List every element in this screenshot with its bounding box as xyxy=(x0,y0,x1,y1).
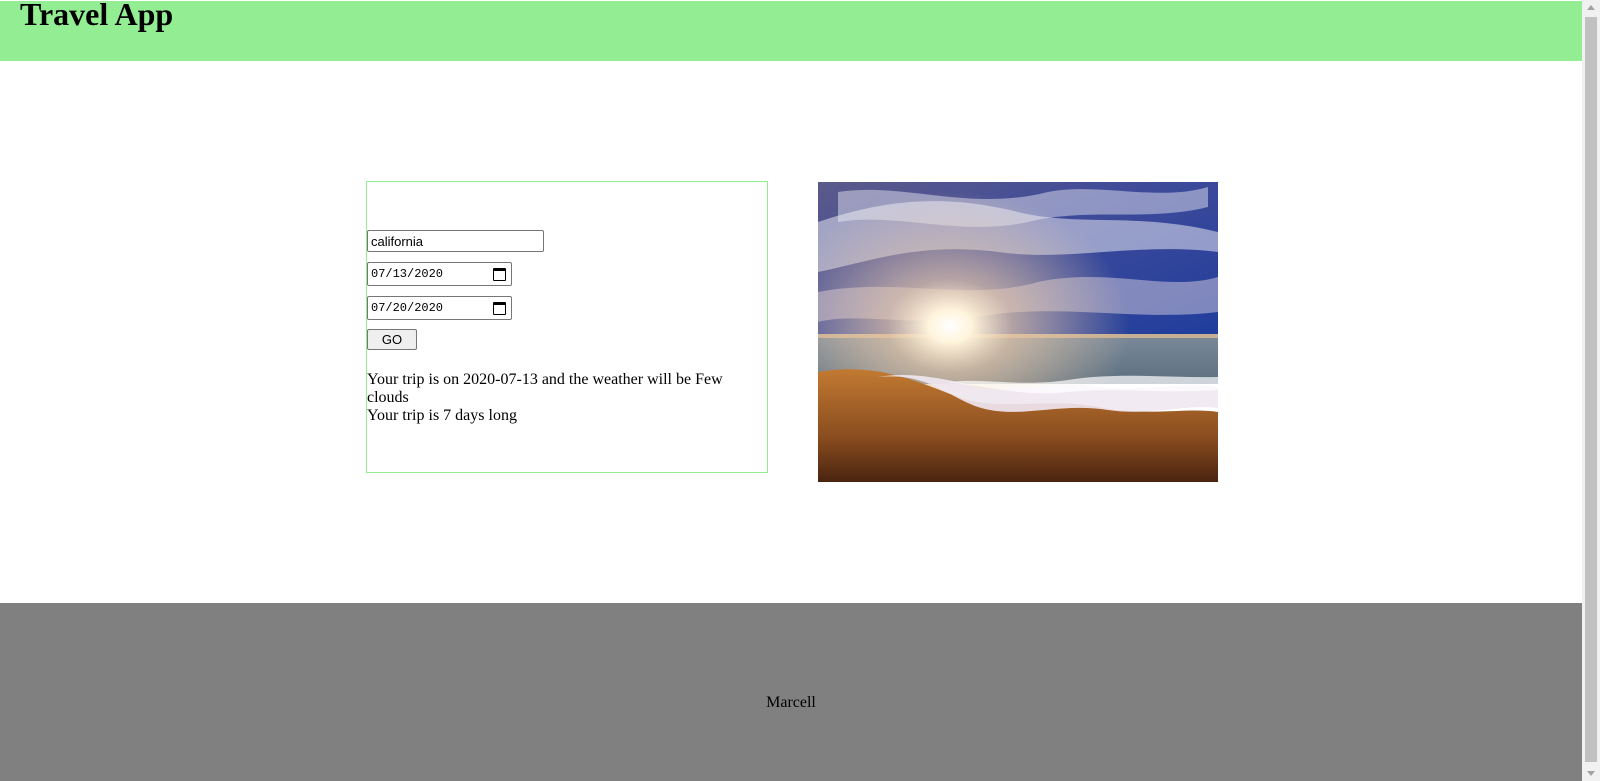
trip-weather-text: Your trip is on 2020-07-13 and the weath… xyxy=(367,371,723,406)
trip-form-panel: 07/13/2020 07/20/2020 GO Your trip is on… xyxy=(366,181,768,473)
footer-author: Marcell xyxy=(766,694,816,711)
app-title: Travel App xyxy=(20,0,174,32)
scroll-up-arrow-icon[interactable] xyxy=(1587,5,1595,10)
start-date-value: 07/13/2020 xyxy=(371,267,444,281)
scroll-down-arrow-icon[interactable] xyxy=(1587,771,1595,776)
destination-input[interactable] xyxy=(367,230,544,252)
scrollbar-thumb[interactable] xyxy=(1585,17,1597,762)
beach-sunset-photo xyxy=(818,182,1218,482)
end-date-input[interactable]: 07/20/2020 xyxy=(367,296,512,320)
app-footer: Marcell xyxy=(0,603,1582,781)
calendar-icon[interactable] xyxy=(493,301,506,315)
vertical-scrollbar[interactable] xyxy=(1582,0,1600,781)
end-date-value: 07/20/2020 xyxy=(371,301,444,315)
calendar-icon[interactable] xyxy=(493,267,506,281)
start-date-input[interactable]: 07/13/2020 xyxy=(367,262,512,286)
app-header: Travel App xyxy=(0,0,1582,61)
go-button[interactable]: GO xyxy=(367,329,417,350)
trip-results: Your trip is on 2020-07-13 and the weath… xyxy=(367,371,737,425)
page: Travel App 07/13/2020 07/20/2020 GO Your… xyxy=(0,0,1582,781)
trip-length-text: Your trip is 7 days long xyxy=(367,407,517,424)
